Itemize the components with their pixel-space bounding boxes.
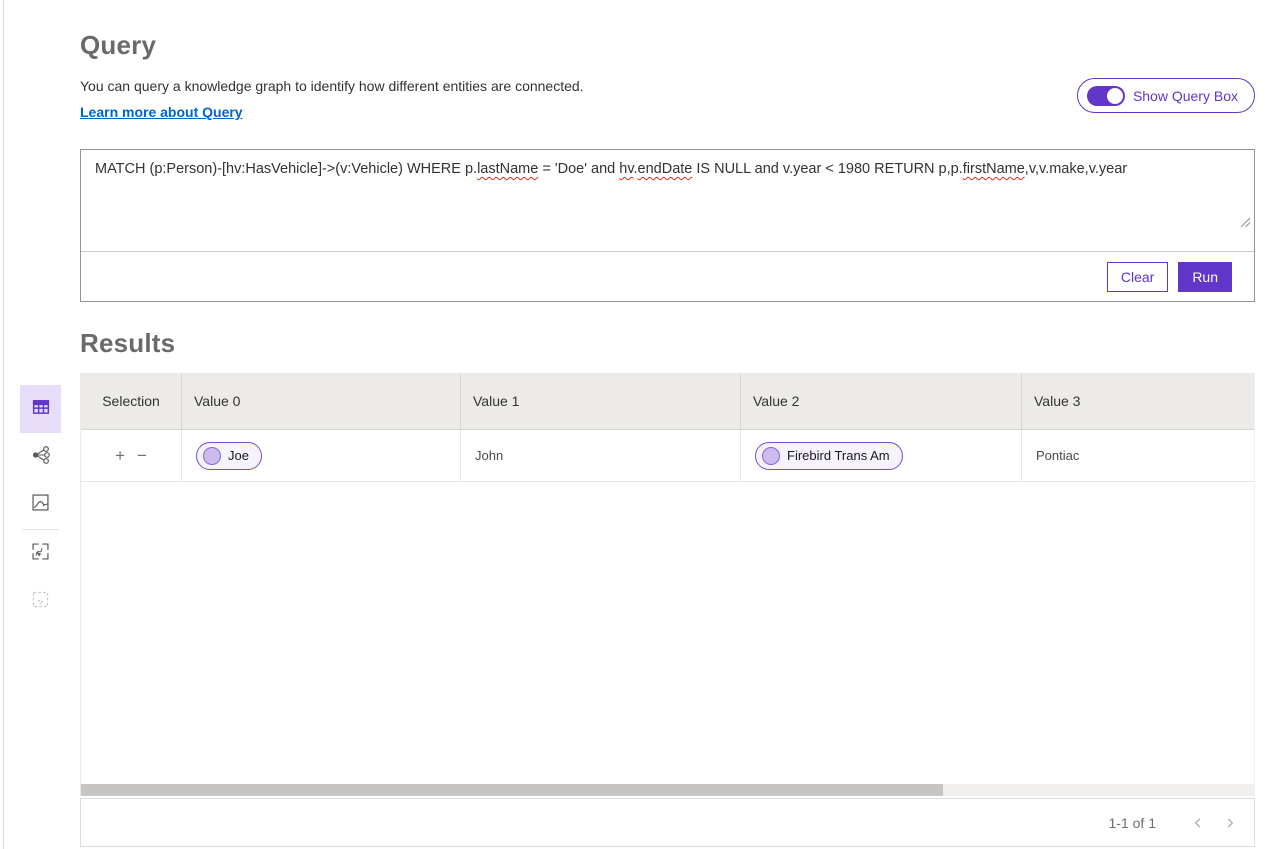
- query-input[interactable]: MATCH (p:Person)-[hv:HasVehicle]->(v:Veh…: [81, 150, 1254, 251]
- next-page-button[interactable]: [1222, 815, 1238, 831]
- table-icon: [30, 396, 52, 423]
- query-page: Query You can query a knowledge graph to…: [80, 0, 1255, 847]
- results-title: Results: [80, 328, 1255, 359]
- entity-chip[interactable]: Firebird Trans Am: [755, 442, 903, 470]
- run-button[interactable]: Run: [1178, 262, 1232, 292]
- show-query-box-toggle[interactable]: Show Query Box: [1077, 78, 1255, 113]
- add-to-selection-button[interactable]: +: [115, 447, 125, 464]
- table-row: + − Joe John Firebird Trans Am Pontiac: [81, 430, 1254, 482]
- query-box: MATCH (p:Person)-[hv:HasVehicle]->(v:Veh…: [80, 149, 1255, 302]
- results-view-rail: [20, 385, 61, 626]
- cell-value0: Joe: [182, 430, 461, 481]
- column-header-value3[interactable]: Value 3: [1022, 373, 1254, 429]
- entity-dot-icon: [203, 447, 221, 465]
- add-to-map-icon: [30, 541, 51, 567]
- pagination-bar: 1-1 of 1: [80, 798, 1255, 847]
- results-table: Selection Value 0 Value 1 Value 2 Value …: [80, 373, 1255, 796]
- horizontal-scrollbar-track[interactable]: [81, 784, 1254, 796]
- row-selection-cell: + −: [81, 430, 182, 481]
- column-header-value1[interactable]: Value 1: [461, 373, 741, 429]
- clear-button[interactable]: Clear: [1107, 262, 1168, 292]
- column-header-value0[interactable]: Value 0: [182, 373, 461, 429]
- sidebar-item-link-chart[interactable]: [20, 433, 61, 481]
- map-icon: [30, 492, 51, 518]
- query-description: You can query a knowledge graph to ident…: [80, 78, 1077, 94]
- cell-value3: Pontiac: [1022, 430, 1254, 481]
- query-text-segment: IS NULL and v.year < 1980 RETURN p,p.: [692, 161, 962, 177]
- cell-value1: John: [461, 430, 741, 481]
- sidebar-item-table-view[interactable]: [20, 385, 61, 433]
- entity-chip-label: Joe: [228, 448, 249, 463]
- query-text-segment: ,v,v.make,v.year: [1025, 161, 1127, 177]
- column-header-selection[interactable]: Selection: [81, 373, 182, 429]
- textarea-resize-handle[interactable]: [1208, 200, 1251, 248]
- remove-from-selection-button[interactable]: −: [137, 447, 147, 464]
- sidebar-item-add-to-map[interactable]: [20, 530, 61, 578]
- cell-value2: Firebird Trans Am: [741, 430, 1022, 481]
- previous-page-button[interactable]: [1190, 815, 1206, 831]
- column-header-value2[interactable]: Value 2: [741, 373, 1022, 429]
- toggle-knob: [1107, 88, 1123, 104]
- query-text-segment-misspelled: lastName: [477, 161, 538, 177]
- table-empty-area: [81, 482, 1254, 784]
- query-text-segment-misspelled: hv: [619, 161, 633, 177]
- table-header-row: Selection Value 0 Value 1 Value 2 Value …: [81, 373, 1254, 430]
- query-text-segment-misspelled: endDate: [638, 161, 693, 177]
- learn-more-link[interactable]: Learn more about Query: [80, 104, 243, 120]
- query-title: Query: [80, 30, 1255, 61]
- toggle-label: Show Query Box: [1133, 88, 1238, 104]
- query-text-segment-misspelled: firstName: [963, 161, 1025, 177]
- query-text-segment: = 'Doe' and: [538, 161, 619, 177]
- left-edge-divider: [3, 0, 4, 849]
- entity-chip-label: Firebird Trans Am: [787, 448, 890, 463]
- query-text-segment: MATCH (p:Person)-[hv:HasVehicle]->(v:Veh…: [95, 161, 477, 177]
- entity-chip[interactable]: Joe: [196, 442, 262, 470]
- sidebar-item-selection-tool[interactable]: [20, 578, 61, 626]
- sidebar-item-map[interactable]: [20, 481, 61, 529]
- pagination-range-label: 1-1 of 1: [1109, 815, 1156, 831]
- selection-marquee-icon: [30, 589, 51, 615]
- query-footer: Clear Run: [81, 251, 1254, 301]
- toggle-switch-icon: [1087, 86, 1125, 106]
- horizontal-scrollbar-thumb[interactable]: [81, 784, 943, 796]
- link-chart-icon: [30, 444, 52, 471]
- entity-dot-icon: [762, 447, 780, 465]
- query-intro-row: You can query a knowledge graph to ident…: [80, 78, 1255, 122]
